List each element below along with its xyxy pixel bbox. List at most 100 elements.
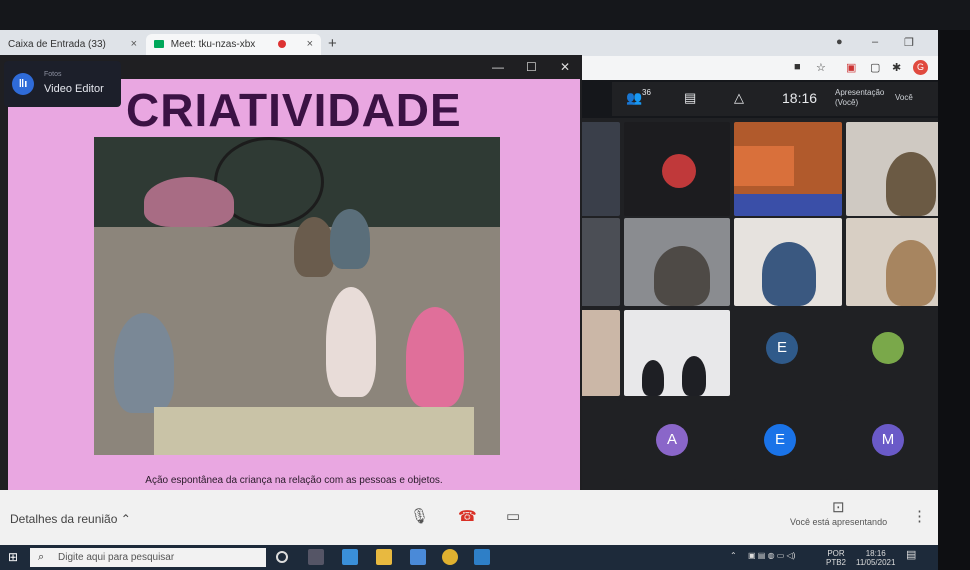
more-options-icon[interactable]: ⋮	[912, 507, 927, 525]
camera-icon[interactable]: ▭	[506, 507, 520, 525]
file-explorer-icon[interactable]	[376, 549, 392, 565]
avatar	[886, 152, 936, 216]
participant-tile[interactable]	[734, 122, 842, 216]
tab-inbox[interactable]: Caixa de Entrada (33) ×	[0, 34, 145, 56]
tray-icons[interactable]: ▣ ▤ ◍ ▭ ◁)	[748, 551, 795, 560]
floor	[734, 194, 842, 216]
person	[682, 356, 706, 396]
meet-toolbar: 👥 36 ▤ △ 18:16 Apresentação (Você) Você	[612, 82, 970, 116]
tab-meet-label: Meet: tku-nzas-xbx	[170, 39, 256, 50]
address-bar-tools: ■ ☆ ▣ ▢ ✱ G ⋮	[580, 56, 965, 80]
presenting-label: Apresentação (Você)	[835, 88, 884, 108]
avatar	[762, 242, 816, 306]
minimize-button[interactable]: —	[492, 60, 504, 74]
maximize-button[interactable]: ☐	[526, 60, 537, 74]
participant-grid: E A E M	[578, 118, 960, 490]
video-editor-icon[interactable]	[474, 549, 490, 565]
slide-caption: Ação espontânea da criança na relação co…	[145, 475, 443, 486]
avatar	[662, 154, 696, 188]
task-view-icon[interactable]	[308, 549, 324, 565]
presenting-title: Apresentação	[835, 88, 885, 97]
presenting-sub: (Você)	[835, 98, 859, 107]
cortana-icon[interactable]	[276, 551, 288, 563]
puzzle-icon[interactable]: ✱	[892, 61, 901, 74]
video-editor-window: — ☐ ✕ ǁı Fotos Video Editor CRIATIVIDADE	[0, 55, 582, 502]
recording-icon	[278, 40, 287, 49]
avatar	[872, 332, 904, 364]
participant-tile[interactable]: A	[624, 400, 730, 480]
photo-child	[406, 307, 464, 407]
tab-inbox-label: Caixa de Entrada (33)	[8, 39, 106, 50]
tab-meet[interactable]: Meet: tku-nzas-xbx ×	[146, 34, 321, 56]
maximize-button[interactable]: ❐	[904, 36, 914, 49]
video-editor-logo: ǁı Fotos Video Editor	[4, 61, 121, 107]
screen-bezel	[938, 30, 970, 570]
participant-tile[interactable]	[734, 218, 842, 306]
participant-tile[interactable]: E	[734, 310, 842, 396]
system-clock[interactable]: 18:16 11/05/2021	[856, 549, 895, 567]
photo-child	[326, 287, 376, 397]
close-icon[interactable]: ×	[307, 38, 313, 50]
participant-tile[interactable]: E	[734, 400, 842, 480]
photo-child	[114, 313, 174, 413]
search-icon: ⌕	[38, 551, 45, 563]
notifications-icon[interactable]: ▤	[906, 550, 916, 561]
photo-chalk	[154, 407, 474, 455]
hang-up-icon[interactable]: ☎	[458, 507, 477, 525]
participant-tile[interactable]	[624, 122, 730, 216]
windows-start-icon[interactable]: ⊞	[8, 550, 18, 564]
participant-initial: A	[656, 424, 688, 456]
close-window-button[interactable]: ✕	[560, 60, 570, 74]
participant-tile[interactable]	[624, 218, 730, 306]
clock-time: 18:16	[865, 549, 886, 558]
camera-icon[interactable]: ■	[794, 61, 801, 73]
windows-taskbar: ⊞ ⌕ Digite aqui para pesquisar ⌃ ▣ ▤ ◍ ▭…	[0, 545, 938, 570]
present-icon[interactable]: ⊡	[832, 498, 845, 516]
chrome-icon[interactable]	[442, 549, 458, 565]
language-sub: PTB2	[826, 558, 847, 567]
curtain	[734, 146, 794, 186]
minimize-button[interactable]: –	[872, 36, 878, 48]
presenting-status: Você está apresentando	[790, 517, 888, 527]
app-small-label: Fotos	[44, 71, 62, 78]
clock-date: 11/05/2021	[856, 558, 896, 567]
avatar	[654, 246, 710, 306]
star-icon[interactable]: ☆	[816, 61, 826, 74]
participant-initial: M	[872, 424, 904, 456]
person	[642, 360, 664, 396]
search-placeholder: Digite aqui para pesquisar	[58, 552, 175, 563]
microphone-icon[interactable]: 🎙	[410, 507, 429, 525]
slide-title: CRIATIVIDADE	[126, 84, 462, 136]
meeting-time: 18:16	[782, 90, 818, 106]
app-icon: ǁı	[12, 73, 34, 95]
close-icon[interactable]: ×	[131, 38, 137, 50]
participant-tile[interactable]	[624, 310, 730, 396]
meeting-details-button[interactable]: Detalhes da reunião ⌃	[10, 512, 131, 526]
meet-bottom-bar: Detalhes da reunião ⌃ 🎙 ☎ ▭ ⊡ Você está …	[0, 490, 938, 545]
participant-initial: E	[766, 332, 798, 364]
chat-icon[interactable]: ▤	[684, 90, 696, 106]
people-icon[interactable]: 👥	[626, 90, 642, 106]
new-tab-button[interactable]: +	[328, 35, 337, 52]
edge-icon[interactable]	[342, 549, 358, 565]
participant-tile[interactable]	[578, 122, 620, 216]
activities-icon[interactable]: △	[734, 90, 744, 106]
language-indicator[interactable]: POR PTB2	[826, 549, 846, 567]
participant-tile[interactable]	[578, 400, 620, 480]
language-label: POR	[827, 549, 845, 558]
slide: CRIATIVIDADE Ação espontânea da criança …	[8, 79, 580, 495]
monitor-screen: Caixa de Entrada (33) × Meet: tku-nzas-x…	[0, 0, 970, 570]
taskbar-search[interactable]: ⌕ Digite aqui para pesquisar	[30, 548, 266, 567]
pdf-extension-icon[interactable]: ▣	[846, 61, 856, 74]
you-label: Você	[895, 93, 913, 102]
store-icon[interactable]	[410, 549, 426, 565]
extension-icon[interactable]: ▢	[870, 61, 880, 74]
photo-child	[144, 177, 234, 227]
participant-tile[interactable]	[578, 218, 620, 306]
profile-avatar[interactable]: G	[913, 60, 928, 75]
photo-child	[330, 209, 370, 269]
participant-count: 36	[642, 88, 651, 97]
participant-tile[interactable]	[578, 310, 620, 396]
tray-chevron-icon[interactable]: ⌃	[730, 551, 737, 560]
app-name: Video Editor	[44, 83, 104, 95]
